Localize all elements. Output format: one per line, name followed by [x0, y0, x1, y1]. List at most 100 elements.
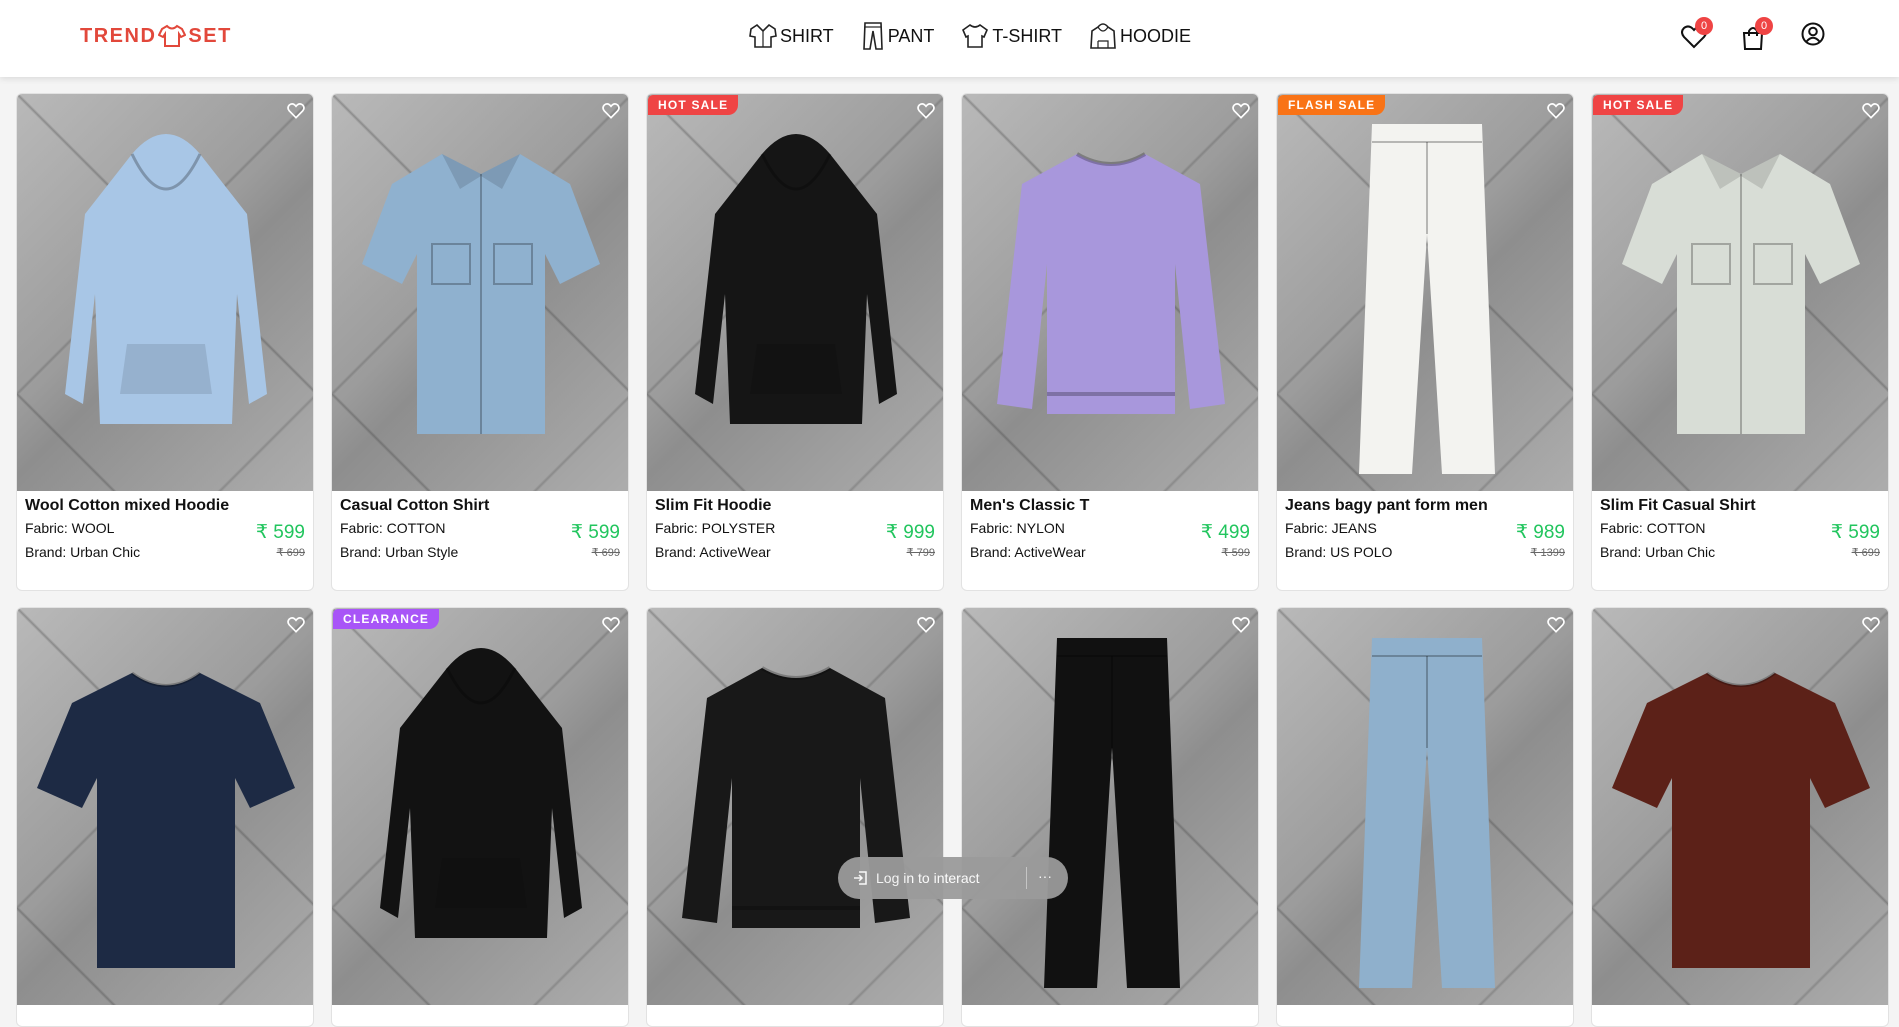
- add-to-wishlist-button[interactable]: [287, 617, 305, 638]
- account-button[interactable]: [1801, 22, 1825, 51]
- add-to-wishlist-button[interactable]: [287, 103, 305, 124]
- product-name[interactable]: Jeans bagy pant form men: [1285, 497, 1565, 515]
- heart-outline-icon: [1862, 617, 1880, 633]
- pant-icon: [862, 22, 883, 50]
- heart-outline-icon: [287, 103, 305, 119]
- product-brand: Brand: ActiveWear: [655, 544, 771, 560]
- wishlist-count-badge: 0: [1695, 17, 1713, 35]
- add-to-wishlist-button[interactable]: [1232, 103, 1250, 124]
- product-card[interactable]: [1276, 607, 1574, 1027]
- heart-outline-icon: [917, 103, 935, 119]
- product-brand: Brand: ActiveWear: [970, 544, 1086, 560]
- sale-tag: HOT SALE: [1593, 95, 1684, 115]
- login-label: Log in to interact: [876, 870, 980, 886]
- sale-tag: HOT SALE: [648, 95, 739, 115]
- main-nav: SHIRT PANT T-SHIRT HOODIE: [748, 21, 1217, 51]
- product-name[interactable]: Men's Classic T: [970, 497, 1250, 515]
- product-name[interactable]: Slim Fit Casual Shirt: [1600, 497, 1880, 515]
- product-image[interactable]: [1592, 608, 1888, 1005]
- login-icon: [854, 871, 867, 885]
- add-to-wishlist-button[interactable]: [917, 103, 935, 124]
- product-brand: Brand: Urban Chic: [1600, 544, 1716, 560]
- site-header: TREND SET SHIRT PANT T-SHIRT HOODIE 0 0: [0, 0, 1899, 77]
- heart-outline-icon: [602, 617, 620, 633]
- product-card[interactable]: Casual Cotton Shirt Fabric: COTTON Brand…: [331, 93, 629, 591]
- heart-outline-icon: [917, 617, 935, 633]
- add-to-wishlist-button[interactable]: [917, 617, 935, 638]
- cart-button[interactable]: 0: [1741, 17, 1773, 56]
- product-card[interactable]: Men's Classic T Fabric: NYLON Brand: Act…: [961, 93, 1259, 591]
- add-to-wishlist-button[interactable]: [602, 103, 620, 124]
- product-price: ₹ 599: [1830, 522, 1880, 543]
- login-prompt[interactable]: Log in to interact ···: [838, 857, 1068, 899]
- product-price: ₹ 499: [1200, 522, 1250, 543]
- sale-tag: CLEARANCE: [333, 609, 440, 629]
- add-to-wishlist-button[interactable]: [602, 617, 620, 638]
- product-original-price: ₹ 699: [276, 547, 305, 559]
- wishlist-button[interactable]: 0: [1681, 17, 1713, 54]
- product-image[interactable]: [17, 608, 313, 1005]
- nav-label: T-SHIRT: [992, 25, 1063, 46]
- product-original-price: ₹ 699: [591, 547, 620, 559]
- product-card[interactable]: [16, 607, 314, 1027]
- product-card[interactable]: FLASH SALE Jeans bagy pant form men Fabr…: [1276, 93, 1574, 591]
- heart-outline-icon: [287, 617, 305, 633]
- product-original-price: ₹ 699: [1851, 547, 1880, 559]
- brand-name-right: SET: [188, 24, 232, 47]
- product-name[interactable]: Slim Fit Hoodie: [655, 497, 935, 515]
- product-brand: Brand: Urban Chic: [25, 544, 141, 560]
- add-to-wishlist-button[interactable]: [1862, 103, 1880, 124]
- more-options-button[interactable]: ···: [1038, 868, 1052, 884]
- nav-item-hoodie[interactable]: HOODIE: [1088, 21, 1191, 51]
- product-card[interactable]: [1591, 607, 1889, 1027]
- product-name[interactable]: Casual Cotton Shirt: [340, 497, 620, 515]
- shirt-logo-icon: [158, 24, 187, 47]
- product-image[interactable]: [332, 94, 628, 491]
- product-card[interactable]: HOT SALE Slim Fit Casual Shirt Fabric: C…: [1591, 93, 1889, 591]
- product-image[interactable]: [647, 608, 943, 1005]
- shirt-icon: [749, 23, 777, 48]
- product-name[interactable]: Wool Cotton mixed Hoodie: [25, 497, 305, 515]
- product-card[interactable]: CLEARANCE: [331, 607, 629, 1027]
- heart-outline-icon: [1547, 103, 1565, 119]
- product-brand: Brand: Urban Style: [340, 544, 459, 560]
- nav-item-tshirt[interactable]: T-SHIRT: [960, 22, 1062, 50]
- product-image[interactable]: CLEARANCE: [332, 608, 628, 1005]
- heart-outline-icon: [1232, 103, 1250, 119]
- product-original-price: ₹ 799: [906, 547, 935, 559]
- product-image[interactable]: HOT SALE: [647, 94, 943, 491]
- add-to-wishlist-button[interactable]: [1547, 617, 1565, 638]
- nav-item-pant[interactable]: PANT: [860, 21, 934, 51]
- heart-outline-icon: [1232, 617, 1250, 633]
- product-image[interactable]: FLASH SALE: [1277, 94, 1573, 491]
- product-info: Wool Cotton mixed Hoodie Fabric: WOOL Br…: [17, 491, 313, 590]
- product-image[interactable]: [17, 94, 313, 491]
- product-price: ₹ 999: [885, 522, 935, 543]
- add-to-wishlist-button[interactable]: [1232, 617, 1250, 638]
- nav-label: HOODIE: [1120, 25, 1192, 46]
- tshirt-icon: [962, 23, 989, 48]
- product-original-price: ₹ 599: [1221, 547, 1250, 559]
- sale-tag: FLASH SALE: [1278, 95, 1386, 115]
- product-image[interactable]: [962, 608, 1258, 1005]
- user-icon: [1801, 22, 1825, 46]
- add-to-wishlist-button[interactable]: [1862, 617, 1880, 638]
- brand-logo[interactable]: TREND SET: [80, 24, 232, 48]
- product-info: Jeans bagy pant form men Fabric: JEANS B…: [1277, 491, 1573, 590]
- product-card[interactable]: HOT SALE Slim Fit Hoodie Fabric: POLYSTE…: [646, 93, 944, 591]
- heart-outline-icon: [1862, 103, 1880, 119]
- product-info: Men's Classic T Fabric: NYLON Brand: Act…: [962, 491, 1258, 590]
- nav-label: SHIRT: [780, 25, 834, 46]
- add-to-wishlist-button[interactable]: [1547, 103, 1565, 124]
- nav-item-shirt[interactable]: SHIRT: [748, 22, 834, 50]
- product-card[interactable]: Wool Cotton mixed Hoodie Fabric: WOOL Br…: [16, 93, 314, 591]
- product-price: ₹ 599: [570, 522, 620, 543]
- product-image[interactable]: HOT SALE: [1592, 94, 1888, 491]
- product-brand: Brand: US POLO: [1285, 544, 1393, 560]
- product-image[interactable]: [962, 94, 1258, 491]
- product-info: Casual Cotton Shirt Fabric: COTTON Brand…: [332, 491, 628, 590]
- product-image[interactable]: [1277, 608, 1573, 1005]
- divider: [1026, 867, 1027, 889]
- product-card[interactable]: [961, 607, 1259, 1027]
- product-card[interactable]: [646, 607, 944, 1027]
